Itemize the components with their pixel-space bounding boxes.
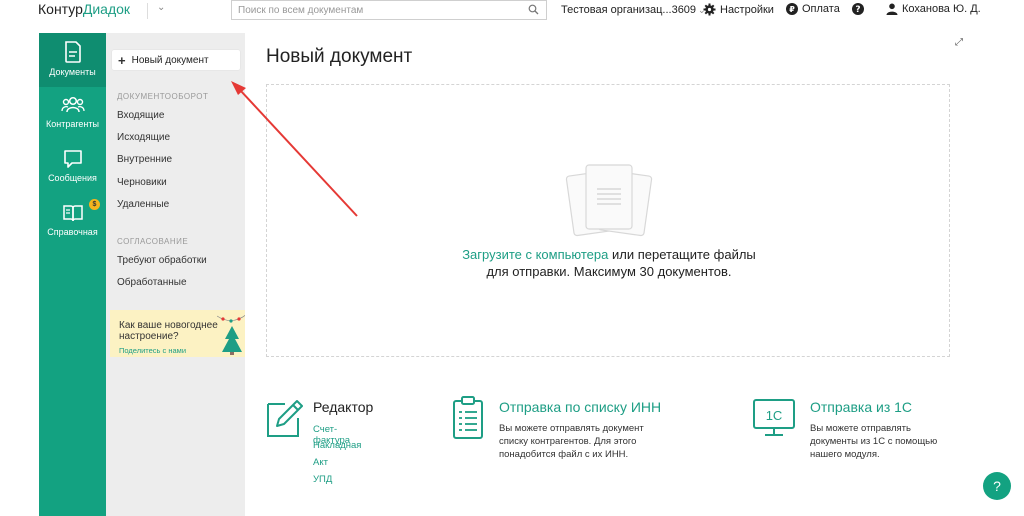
logo-text-diadok: Диадок bbox=[82, 1, 131, 17]
svg-text:?: ? bbox=[855, 5, 860, 15]
sidebar-item-incoming[interactable]: Входящие bbox=[117, 110, 164, 121]
upload-text: или перетащите файлы bbox=[608, 247, 756, 262]
payment-label: Оплата bbox=[802, 3, 840, 15]
new-document-button[interactable]: + Новый документ bbox=[112, 50, 240, 70]
upload-from-computer-link[interactable]: Загрузите с компьютера bbox=[462, 247, 608, 262]
section-title-docflow: ДОКУМЕНТООБОРОТ bbox=[117, 92, 209, 101]
payment-button[interactable]: ₽ Оплата bbox=[786, 3, 840, 15]
settings-label: Настройки bbox=[720, 3, 774, 16]
gear-icon bbox=[703, 3, 716, 16]
page-title: Новый документ bbox=[266, 46, 413, 67]
users-icon bbox=[60, 96, 85, 113]
expand-icon[interactable]: ⤢ bbox=[955, 37, 963, 48]
documents-sidebar: + Новый документ ДОКУМЕНТООБОРОТ Входящи… bbox=[106, 33, 249, 516]
promo-text: Как ваше новогоднее настроение? bbox=[119, 320, 218, 342]
rail-label: Документы bbox=[49, 67, 96, 77]
section-title-approval: СОГЛАСОВАНИЕ bbox=[117, 237, 189, 246]
monitor-1c-icon: 1С bbox=[753, 399, 795, 436]
feature-desc-1c: Вы можете отправлять документы из 1С с п… bbox=[810, 423, 938, 460]
documents-illustration-icon bbox=[565, 164, 653, 237]
rail-item-reference[interactable]: Справочная $ bbox=[39, 195, 106, 249]
user-menu[interactable]: Коханова Ю. Д. bbox=[886, 3, 981, 15]
sidebar-item-processed[interactable]: Обработанные bbox=[117, 277, 187, 288]
document-icon bbox=[64, 41, 81, 63]
sidebar-item-outgoing[interactable]: Исходящие bbox=[117, 132, 170, 143]
rail-item-counterparties[interactable]: Контрагенты bbox=[39, 87, 106, 141]
chevron-down-icon[interactable]: ⌄ bbox=[157, 2, 165, 13]
user-icon bbox=[886, 3, 898, 15]
monitor-1c-label: 1С bbox=[766, 408, 783, 423]
rail-label: Справочная bbox=[47, 227, 98, 237]
rail-label: Сообщения bbox=[48, 173, 97, 183]
rail-item-documents[interactable]: Документы bbox=[39, 33, 106, 87]
sidebar-item-require-processing[interactable]: Требуют обработки bbox=[117, 255, 207, 266]
search-input[interactable] bbox=[232, 1, 522, 19]
pencil-edit-icon bbox=[267, 400, 303, 437]
ruble-icon: ₽ bbox=[786, 3, 798, 15]
sidebar-item-deleted[interactable]: Удаленные bbox=[117, 199, 169, 210]
feature-title-inn-list[interactable]: Отправка по списку ИНН bbox=[499, 399, 661, 415]
svg-text:₽: ₽ bbox=[789, 5, 795, 14]
feature-desc-inn-list: Вы можете отправлять документ списку кон… bbox=[499, 423, 644, 460]
settings-button[interactable]: Настройки bbox=[703, 3, 774, 16]
editor-link-upd[interactable]: УПД bbox=[313, 474, 332, 485]
search-box bbox=[231, 0, 547, 20]
plus-icon: + bbox=[118, 52, 126, 68]
logo[interactable]: КонтурДиадок bbox=[38, 1, 130, 17]
chat-icon bbox=[63, 150, 82, 168]
promo-link[interactable]: Поделитесь с нами bbox=[119, 346, 186, 355]
top-bar: КонтурДиадок ⌄ Тестовая организац...3609… bbox=[0, 0, 1024, 22]
new-document-label: Новый документ bbox=[131, 54, 209, 66]
divider bbox=[147, 3, 148, 19]
organization-name: Тестовая организац...3609 bbox=[561, 4, 697, 16]
file-dropzone[interactable]: Загрузите с компьютера или перетащите фа… bbox=[266, 84, 950, 357]
help-icon: ? bbox=[852, 3, 864, 15]
sidebar-item-drafts[interactable]: Черновики bbox=[117, 177, 167, 188]
feature-title-editor: Редактор bbox=[313, 399, 374, 415]
help-button[interactable]: ? bbox=[852, 3, 864, 15]
user-name: Коханова Ю. Д. bbox=[902, 3, 981, 15]
logo-text-kontur: Контур bbox=[38, 1, 83, 17]
upload-limit-text: для отправки. Максимум 30 документов. bbox=[486, 264, 732, 279]
search-icon[interactable] bbox=[528, 4, 539, 18]
editor-link-waybill[interactable]: Накладная bbox=[313, 440, 361, 451]
rail-label: Контрагенты bbox=[45, 119, 99, 129]
book-icon bbox=[62, 205, 83, 222]
upload-instructions: Загрузите с компьютера или перетащите фа… bbox=[267, 246, 951, 280]
feature-title-1c[interactable]: Отправка из 1С bbox=[810, 399, 912, 415]
promo-banner[interactable]: Как ваше новогоднее настроение? Поделите… bbox=[110, 310, 249, 357]
rail-item-messages[interactable]: Сообщения bbox=[39, 141, 106, 195]
sidebar-item-internal[interactable]: Внутренние bbox=[117, 154, 172, 165]
christmas-tree-icon bbox=[217, 313, 247, 355]
help-chat-button[interactable]: ? bbox=[983, 472, 1011, 500]
organization-selector[interactable]: Тестовая организац...3609 ⌄ bbox=[561, 4, 706, 16]
clipboard-list-icon bbox=[453, 396, 483, 439]
editor-link-act[interactable]: Акт bbox=[313, 457, 328, 468]
paid-badge: $ bbox=[89, 199, 100, 210]
main-navigation-rail: Документы Контрагенты Сообщения Справочн… bbox=[39, 33, 106, 516]
